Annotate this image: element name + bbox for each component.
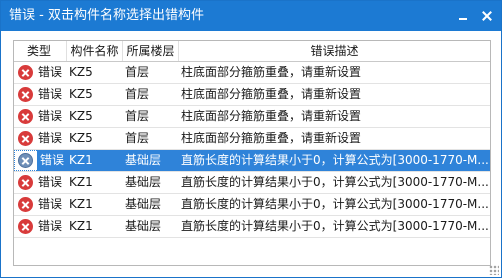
description-cell: 柱底面部分箍筋重叠，请重新设置 — [181, 109, 362, 123]
floor-cell: 首层 — [125, 131, 150, 145]
type-cell: 错误 — [14, 172, 67, 193]
table-row[interactable]: 错误 KZ5 首层 柱底面部分箍筋重叠，请重新设置 — [14, 62, 490, 84]
type-cell: 错误 — [14, 216, 67, 237]
error-icon — [18, 109, 33, 124]
floor-cell: 基础层 — [125, 153, 162, 167]
component-name-cell[interactable]: KZ5 — [67, 62, 123, 83]
table-row[interactable]: 错误 KZ5 首层 柱底面部分箍筋重叠，请重新设置 — [14, 84, 490, 106]
floor-cell: 基础层 — [125, 175, 162, 189]
column-header-floor[interactable]: 所属楼层 — [123, 41, 179, 61]
component-name-cell[interactable]: KZ1 — [67, 194, 123, 215]
error-list[interactable]: 类型 构件名称 所属楼层 错误描述 错误 KZ5 首层 柱底面部分箍筋重叠，请重… — [13, 40, 491, 266]
floor-cell: 首层 — [125, 87, 150, 101]
description-cell: 直筋长度的计算结果小于0，计算公式为[3000-1770-M... — [181, 153, 489, 167]
floor-cell: 首层 — [125, 65, 150, 79]
close-icon[interactable] — [480, 9, 494, 23]
type-label: 错误 — [38, 150, 67, 171]
column-header-type[interactable]: 类型 — [14, 41, 67, 61]
floor-cell: 基础层 — [125, 197, 162, 211]
table-row[interactable]: 错误 KZ1 基础层 直筋长度的计算结果小于0，计算公式为[3000-1770-… — [14, 194, 490, 216]
type-cell: 错误 — [14, 106, 67, 127]
error-icon — [18, 175, 33, 190]
description-cell: 柱底面部分箍筋重叠，请重新设置 — [181, 131, 362, 145]
description-cell: 柱底面部分箍筋重叠，请重新设置 — [181, 87, 362, 101]
component-name-cell[interactable]: KZ1 — [67, 172, 123, 193]
type-label: 错误 — [38, 131, 63, 145]
title-bar[interactable]: 错误 - 双击构件名称选择出错构件 — [1, 1, 501, 31]
type-label: 错误 — [38, 65, 63, 79]
table-row-selected[interactable]: 错误 KZ1 基础层 直筋长度的计算结果小于0，计算公式为[3000-1770-… — [14, 150, 490, 172]
floor-cell: 首层 — [125, 109, 150, 123]
description-cell: 直筋长度的计算结果小于0，计算公式为[3000-1770-M... — [181, 219, 489, 233]
error-icon — [18, 219, 33, 234]
type-label: 错误 — [38, 219, 63, 233]
component-name-cell[interactable]: KZ5 — [67, 106, 123, 127]
error-icon — [18, 153, 33, 168]
component-name-cell[interactable]: KZ1 — [67, 216, 123, 237]
type-label: 错误 — [38, 87, 63, 101]
type-label: 错误 — [38, 109, 63, 123]
component-name-cell[interactable]: KZ5 — [67, 84, 123, 105]
type-label: 错误 — [38, 175, 63, 189]
table-row[interactable]: 错误 KZ1 基础层 直筋长度的计算结果小于0，计算公式为[3000-1770-… — [14, 172, 490, 194]
type-cell: 错误 — [14, 150, 67, 171]
component-name-cell[interactable]: KZ5 — [67, 128, 123, 149]
table-row[interactable]: 错误 KZ5 首层 柱底面部分箍筋重叠，请重新设置 — [14, 106, 490, 128]
column-header-description[interactable]: 错误描述 — [179, 41, 490, 61]
component-name-cell[interactable]: KZ1 — [67, 150, 123, 171]
description-cell: 柱底面部分箍筋重叠，请重新设置 — [181, 65, 362, 79]
error-icon — [18, 197, 33, 212]
type-cell: 错误 — [14, 194, 67, 215]
table-row[interactable]: 错误 KZ5 首层 柱底面部分箍筋重叠，请重新设置 — [14, 128, 490, 150]
error-icon — [18, 87, 33, 102]
type-label: 错误 — [38, 197, 63, 211]
description-cell: 直筋长度的计算结果小于0，计算公式为[3000-1770-M... — [181, 175, 489, 189]
error-icon — [18, 65, 33, 80]
error-dialog: 错误 - 双击构件名称选择出错构件 类型 构件名称 所属楼层 错误描述 错误 K… — [0, 0, 502, 278]
error-icon — [18, 131, 33, 146]
type-cell: 错误 — [14, 62, 67, 83]
window-title: 错误 - 双击构件名称选择出错构件 — [9, 8, 204, 23]
column-header-name[interactable]: 构件名称 — [67, 41, 123, 61]
description-cell: 直筋长度的计算结果小于0，计算公式为[3000-1770-M... — [181, 197, 489, 211]
table-header: 类型 构件名称 所属楼层 错误描述 — [14, 41, 490, 62]
resize-grip-icon[interactable] — [489, 265, 499, 275]
minimize-icon[interactable] — [456, 9, 470, 23]
floor-cell: 基础层 — [125, 219, 162, 233]
type-cell: 错误 — [14, 84, 67, 105]
type-cell: 错误 — [14, 128, 67, 149]
table-row[interactable]: 错误 KZ1 基础层 直筋长度的计算结果小于0，计算公式为[3000-1770-… — [14, 216, 490, 238]
